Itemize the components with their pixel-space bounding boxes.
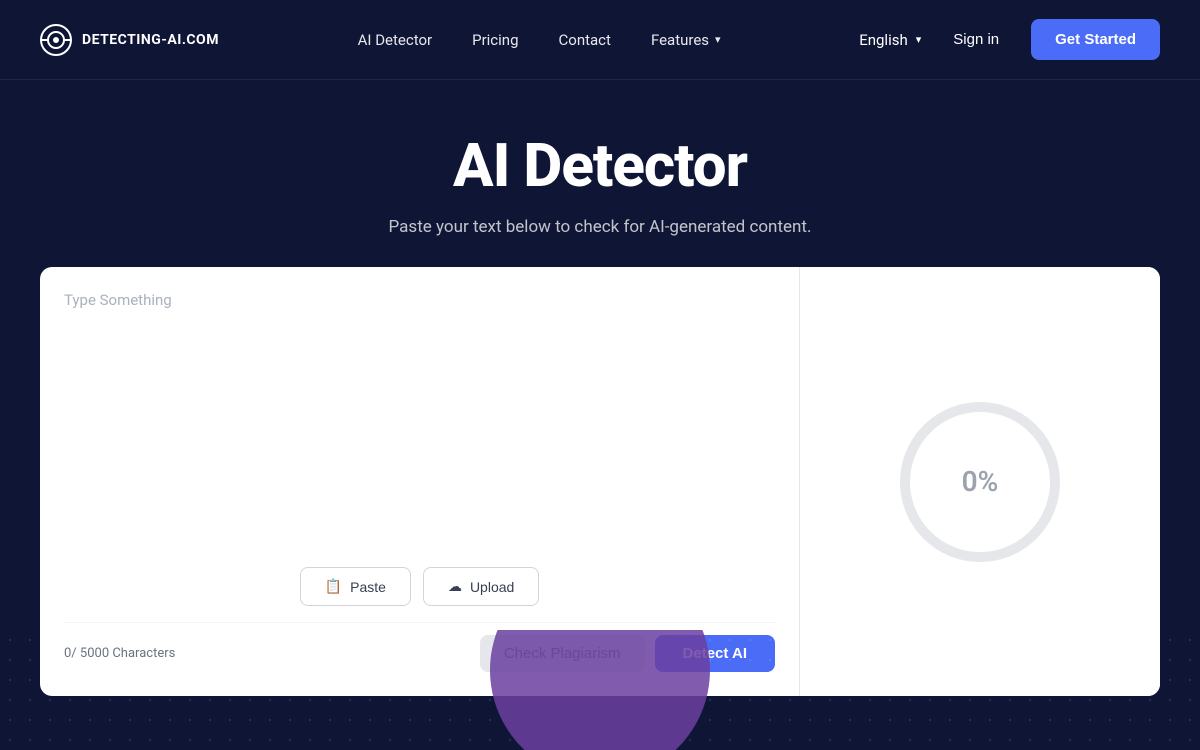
paste-button[interactable]: 📋 Paste bbox=[300, 567, 411, 606]
percentage-circle: 0% bbox=[900, 402, 1060, 562]
text-input[interactable] bbox=[64, 291, 775, 551]
hero-title: AI Detector bbox=[20, 130, 1180, 201]
nav-pricing[interactable]: Pricing bbox=[472, 31, 518, 49]
hero-section: AI Detector Paste your text below to che… bbox=[0, 80, 1200, 267]
logo-icon bbox=[40, 24, 72, 56]
decorative-circle bbox=[490, 630, 710, 750]
features-chevron-icon: ▾ bbox=[715, 33, 721, 46]
language-selector[interactable]: English ▾ bbox=[859, 31, 921, 49]
percentage-value: 0% bbox=[962, 465, 999, 498]
nav-contact[interactable]: Contact bbox=[559, 31, 611, 49]
upload-icon: ☁ bbox=[448, 578, 462, 595]
nav-links: AI Detector Pricing Contact Features ▾ bbox=[358, 31, 721, 49]
hero-subtitle: Paste your text below to check for AI-ge… bbox=[20, 217, 1180, 237]
paste-icon: 📋 bbox=[325, 578, 342, 595]
action-buttons: 📋 Paste ☁ Upload bbox=[64, 567, 775, 606]
get-started-button[interactable]: Get Started bbox=[1031, 19, 1160, 60]
language-chevron-icon: ▾ bbox=[916, 33, 922, 46]
sign-in-button[interactable]: Sign in bbox=[937, 23, 1015, 56]
navbar: DETECTING-AI.COM AI Detector Pricing Con… bbox=[0, 0, 1200, 80]
logo[interactable]: DETECTING-AI.COM bbox=[40, 24, 219, 56]
logo-text: DETECTING-AI.COM bbox=[82, 32, 219, 48]
nav-features[interactable]: Features ▾ bbox=[651, 31, 721, 49]
language-text: English bbox=[859, 31, 908, 49]
nav-right: English ▾ Sign in Get Started bbox=[859, 19, 1160, 60]
nav-ai-detector[interactable]: AI Detector bbox=[358, 31, 433, 49]
bottom-decoration bbox=[0, 630, 1200, 750]
upload-button[interactable]: ☁ Upload bbox=[423, 567, 539, 606]
